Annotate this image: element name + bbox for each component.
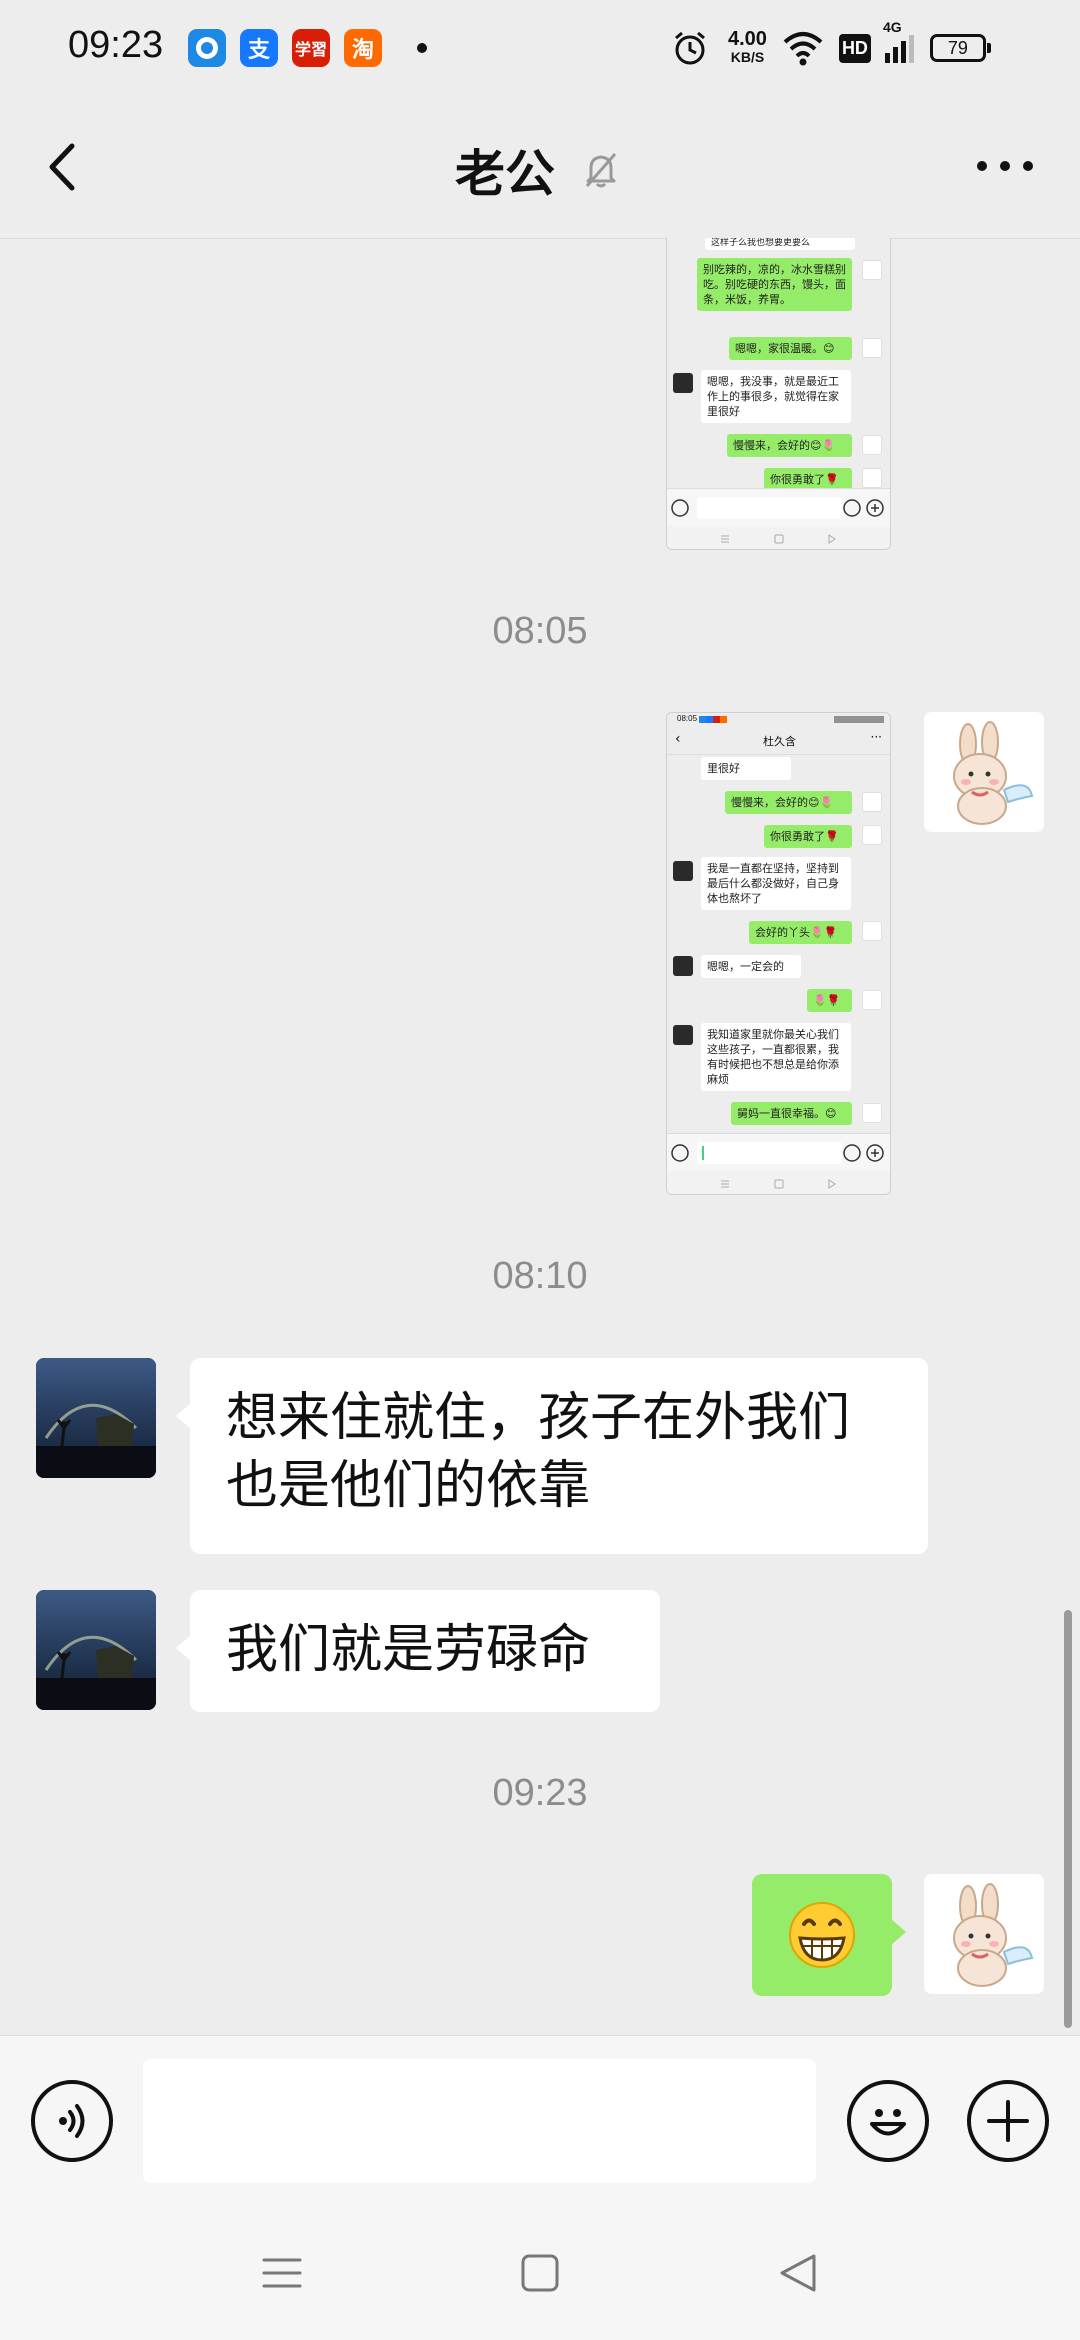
status-time: 09:23 [68, 24, 164, 66]
net-speed-value: 4.00 [728, 28, 767, 50]
mini-header: ‹ 杜久含 ··· [667, 727, 890, 755]
mini-bubble: 会好的丫头🌷🌹 [749, 921, 852, 944]
screenshot-image-2[interactable]: 08:05 ‹ 杜久含 ··· 里很好 慢慢来，会好的😊🌷 你很勇敢了🌹 我是一… [666, 712, 891, 1195]
mini-input-bar [667, 488, 890, 526]
net-speed: 4.00 KB/S [728, 28, 767, 66]
hd-badge: HD [838, 33, 871, 63]
timestamp: 09:23 [492, 1772, 588, 1814]
home-icon [521, 2254, 559, 2292]
mini-avatar-self [862, 435, 882, 455]
xuexi-icon: 学習 [292, 29, 330, 67]
bell-off-icon [585, 153, 617, 188]
status-bar: 09:23 支 学習 淘 4.00 KB/S HD 4G 79 [0, 0, 1080, 96]
mini-nav-bar [667, 1171, 890, 1194]
alarm-icon [675, 31, 705, 65]
voice-button[interactable] [31, 2080, 113, 2162]
mini-bubble: 里很好 [701, 757, 791, 780]
bunny-avatar-icon [924, 712, 1044, 832]
mini-bubble: 嗯嗯，我没事，就是最近工作上的事很多，就觉得在家里很好 [701, 370, 851, 423]
net-speed-unit: KB/S [730, 49, 765, 65]
message-text-line: 也是他们的依靠 [226, 1456, 591, 1516]
menu-nav-button[interactable] [252, 2248, 312, 2298]
mini-bubble: 🌷🌹 [807, 989, 852, 1012]
mini-avatar-other [673, 1025, 693, 1045]
mini-bubble: 我是一直都在坚持，坚持到最后什么都没做好，自己身体也熬坏了 [701, 857, 851, 910]
notification-dot [417, 43, 427, 53]
back-button[interactable] [30, 132, 100, 202]
signal-indicator: 4G [883, 19, 914, 63]
mini-avatar-other [673, 956, 693, 976]
landscape-avatar-icon [36, 1358, 156, 1478]
mini-avatar-self [862, 260, 882, 280]
back-nav-button[interactable] [768, 2248, 828, 2298]
bunny-avatar-icon [924, 1874, 1044, 1994]
title-wrap: 老公 [455, 134, 623, 206]
mini-avatar-self [862, 921, 882, 941]
plus-icon [987, 2100, 1029, 2142]
chat-title: 老公 [455, 145, 555, 203]
plus-button[interactable] [967, 2080, 1049, 2162]
timestamp: 08:05 [492, 610, 588, 652]
self-avatar[interactable] [924, 712, 1044, 832]
mini-bubble: 慢慢来，会好的😊🌷 [727, 434, 852, 457]
mini-avatar-other [673, 373, 693, 393]
mini-avatar-self [862, 792, 882, 812]
mini-header-title: 杜久含 [763, 735, 796, 748]
mini-bubble: 别吃辣的，凉的，冰水雪糕别吃。别吃硬的东西，馒头，面条，米饭，养胃。 [697, 258, 852, 311]
mini-bubble-partial: 这样子么我也想要更要么 [705, 238, 855, 250]
taobao-icon: 淘 [344, 29, 382, 67]
message-text: 我们就是劳碌命 [226, 1620, 591, 1680]
contact-avatar[interactable] [36, 1590, 156, 1710]
mini-bubble: 你很勇敢了🌹 [764, 825, 852, 848]
alipay-icon: 支 [240, 29, 278, 67]
circle-app-icon [188, 29, 226, 67]
header-divider [0, 238, 1080, 239]
more-dots-icon [977, 161, 1033, 171]
message-text-line: 想来住就住，孩子在外我们 [226, 1388, 851, 1448]
mini-avatar-self [862, 990, 882, 1010]
mini-avatar-self [862, 1103, 882, 1123]
mini-bubble: 我知道家里就你最关心我们这些孩子，一直都很累，我有时候把也不想总是给你添麻烦 [701, 1023, 851, 1091]
emoji-button[interactable] [847, 2080, 929, 2162]
scrollbar-thumb[interactable] [1064, 1610, 1072, 2028]
status-right-group: 4.00 KB/S HD 4G 79 [670, 19, 991, 76]
back-triangle-icon [780, 2254, 816, 2292]
menu-icon [262, 2258, 302, 2288]
self-message-bubble[interactable] [752, 1874, 906, 1996]
chat-header: 老公 [0, 96, 1080, 238]
signal-type: 4G [882, 19, 902, 35]
more-button[interactable] [970, 146, 1040, 186]
mini-bubble: 舅妈一直很幸福。😊 [731, 1102, 852, 1125]
mini-bubble: 嗯嗯，家很温暖。😊 [729, 337, 852, 360]
wifi-icon [783, 32, 823, 66]
landscape-avatar-icon [36, 1590, 156, 1710]
battery-level: 79 [947, 37, 968, 58]
input-bar [0, 2035, 1080, 2210]
mini-avatar-other [673, 861, 693, 881]
mini-input-bar [667, 1133, 890, 1171]
message-bubble[interactable]: 想来住就住，孩子在外我们 也是他们的依靠 [176, 1358, 928, 1554]
voice-icon [59, 2104, 85, 2138]
message-input[interactable] [143, 2059, 816, 2183]
mini-status-time: 08:05 [677, 714, 698, 723]
emoji-icon [870, 2109, 906, 2136]
chevron-left-icon [49, 143, 75, 191]
mini-status-bar: 08:05 [667, 713, 890, 727]
mini-avatar-self [862, 468, 882, 488]
self-avatar[interactable] [924, 1874, 1044, 1994]
timestamp: 08:10 [492, 1255, 588, 1297]
battery-icon: 79 [929, 34, 991, 62]
grin-emoji-icon [789, 1902, 855, 1968]
mini-bubble: 慢慢来，会好的😊🌷 [725, 791, 852, 814]
mini-avatar-self [862, 338, 882, 358]
contact-avatar[interactable] [36, 1358, 156, 1478]
screenshot-image-1[interactable]: 这样子么我也想要更要么 别吃辣的，凉的，冰水雪糕别吃。别吃硬的东西，馒头，面条，… [666, 238, 891, 550]
system-nav-bar [0, 2210, 1080, 2340]
home-nav-button[interactable] [510, 2248, 570, 2298]
mini-avatar-self [862, 825, 882, 845]
message-bubble[interactable]: 我们就是劳碌命 [176, 1590, 660, 1712]
mini-nav-bar [667, 526, 890, 549]
mini-bubble: 嗯嗯，一定会的 [701, 955, 801, 978]
